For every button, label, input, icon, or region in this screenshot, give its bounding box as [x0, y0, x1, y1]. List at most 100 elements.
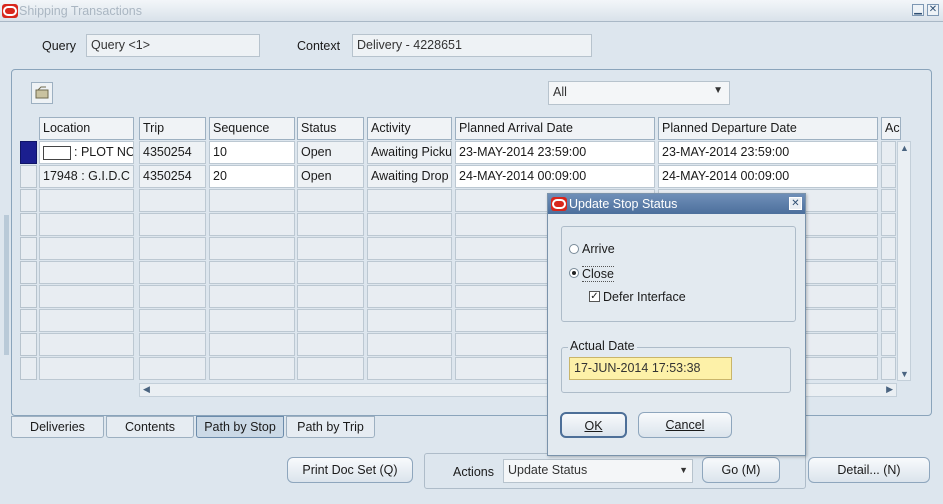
- column-header-sequence[interactable]: Sequence: [209, 117, 295, 140]
- defer-interface-checkbox[interactable]: ✓: [589, 291, 600, 302]
- table-cell-empty[interactable]: [139, 189, 206, 212]
- table-cell-location[interactable]: 17948 : G.I.D.C: [39, 165, 134, 188]
- table-cell-empty[interactable]: [39, 189, 134, 212]
- query-field[interactable]: Query <1>: [86, 34, 260, 57]
- table-cell-empty[interactable]: [881, 237, 896, 260]
- scroll-down-icon[interactable]: ▼: [900, 369, 909, 379]
- table-cell-empty[interactable]: [367, 357, 452, 380]
- column-header-ac[interactable]: Ac: [881, 117, 901, 140]
- row-selector[interactable]: [20, 165, 37, 188]
- close-radio[interactable]: [569, 268, 579, 278]
- table-cell-empty[interactable]: [209, 357, 295, 380]
- actual-date-field[interactable]: 17-JUN-2014 17:53:38: [569, 357, 732, 380]
- tab-contents[interactable]: Contents: [106, 416, 194, 438]
- actions-select[interactable]: Update Status ▼: [503, 459, 693, 483]
- table-cell-empty[interactable]: [39, 333, 134, 356]
- table-cell-location[interactable]: : PLOT NC: [39, 141, 134, 164]
- ok-button[interactable]: OK: [560, 412, 627, 438]
- table-cell-empty[interactable]: [139, 213, 206, 236]
- row-selector[interactable]: [20, 261, 37, 284]
- table-cell-empty[interactable]: [367, 189, 452, 212]
- table-cell-status[interactable]: Open: [297, 165, 364, 188]
- tab-path-by-stop[interactable]: Path by Stop: [196, 416, 284, 438]
- table-cell-empty[interactable]: [881, 309, 896, 332]
- table-cell-departure[interactable]: 23-MAY-2014 23:59:00: [658, 141, 878, 164]
- table-cell-empty[interactable]: [297, 285, 364, 308]
- table-cell-empty[interactable]: [367, 213, 452, 236]
- folder-icon[interactable]: [31, 82, 53, 104]
- minimize-icon[interactable]: ▁: [912, 4, 924, 16]
- row-selector[interactable]: [20, 237, 37, 260]
- table-cell-empty[interactable]: [209, 213, 295, 236]
- table-cell-empty[interactable]: [209, 309, 295, 332]
- table-cell-empty[interactable]: [297, 357, 364, 380]
- table-cell-empty[interactable]: [209, 285, 295, 308]
- column-header-planned-arrival[interactable]: Planned Arrival Date: [455, 117, 655, 140]
- table-cell-empty[interactable]: [139, 261, 206, 284]
- table-cell-sequence[interactable]: 20: [209, 165, 295, 188]
- row-selector[interactable]: [20, 309, 37, 332]
- table-cell-empty[interactable]: [881, 333, 896, 356]
- table-cell-empty[interactable]: [209, 261, 295, 284]
- table-cell-departure[interactable]: 24-MAY-2014 00:09:00: [658, 165, 878, 188]
- arrive-label[interactable]: Arrive: [582, 242, 615, 256]
- row-selector[interactable]: [20, 333, 37, 356]
- table-cell-empty[interactable]: [39, 309, 134, 332]
- table-cell-empty[interactable]: [209, 237, 295, 260]
- table-cell-empty[interactable]: [209, 189, 295, 212]
- table-cell-empty[interactable]: [367, 261, 452, 284]
- table-cell-empty[interactable]: [39, 213, 134, 236]
- close-icon[interactable]: ✕: [927, 4, 939, 16]
- table-cell-arrival[interactable]: 24-MAY-2014 00:09:00: [455, 165, 655, 188]
- table-cell-empty[interactable]: [367, 237, 452, 260]
- context-field[interactable]: Delivery - 4228651: [352, 34, 592, 57]
- table-cell-empty[interactable]: [881, 213, 896, 236]
- column-header-activity[interactable]: Activity: [367, 117, 452, 140]
- table-cell-empty[interactable]: [139, 333, 206, 356]
- table-cell-empty[interactable]: [39, 261, 134, 284]
- tab-deliveries[interactable]: Deliveries: [11, 416, 104, 438]
- table-cell-empty[interactable]: [39, 357, 134, 380]
- table-cell-empty[interactable]: [39, 237, 134, 260]
- print-doc-set-button[interactable]: Print Doc Set (Q): [287, 457, 413, 483]
- column-header-planned-departure[interactable]: Planned Departure Date: [658, 117, 878, 140]
- table-cell-empty[interactable]: [139, 357, 206, 380]
- scroll-up-icon[interactable]: ▲: [900, 143, 909, 153]
- table-cell-empty[interactable]: [367, 333, 452, 356]
- column-header-trip[interactable]: Trip: [139, 117, 206, 140]
- table-cell-empty[interactable]: [881, 285, 896, 308]
- table-cell-empty[interactable]: [297, 189, 364, 212]
- table-cell-empty[interactable]: [139, 285, 206, 308]
- vertical-scrollbar[interactable]: ▲ ▼: [897, 141, 911, 381]
- filter-select[interactable]: All ▼: [548, 81, 730, 105]
- table-cell-empty[interactable]: [367, 309, 452, 332]
- cancel-button[interactable]: Cancel: [638, 412, 732, 438]
- table-cell-empty[interactable]: [297, 309, 364, 332]
- table-cell-empty[interactable]: [297, 213, 364, 236]
- table-cell-ac[interactable]: [881, 165, 896, 188]
- table-cell-empty[interactable]: [881, 357, 896, 380]
- column-header-status[interactable]: Status: [297, 117, 364, 140]
- scroll-right-icon[interactable]: ▶: [886, 384, 893, 395]
- detail-button[interactable]: Detail... (N): [808, 457, 930, 483]
- close-icon[interactable]: ✕: [789, 197, 802, 210]
- table-cell-empty[interactable]: [139, 309, 206, 332]
- go-button[interactable]: Go (M): [702, 457, 780, 483]
- row-selector[interactable]: [20, 285, 37, 308]
- scroll-left-icon[interactable]: ◀: [143, 384, 150, 395]
- close-label[interactable]: Close: [582, 266, 614, 282]
- table-cell-empty[interactable]: [297, 261, 364, 284]
- table-cell-trip[interactable]: 4350254: [139, 141, 206, 164]
- table-cell-sequence[interactable]: 10: [209, 141, 295, 164]
- row-selector[interactable]: [20, 357, 37, 380]
- table-cell-activity[interactable]: Awaiting Picku: [367, 141, 452, 164]
- table-cell-empty[interactable]: [297, 333, 364, 356]
- arrive-radio[interactable]: [569, 244, 579, 254]
- table-cell-empty[interactable]: [139, 237, 206, 260]
- defer-interface-label[interactable]: Defer Interface: [603, 290, 686, 304]
- row-selector[interactable]: [20, 189, 37, 212]
- table-cell-empty[interactable]: [39, 285, 134, 308]
- tab-path-by-trip[interactable]: Path by Trip: [286, 416, 375, 438]
- table-cell-empty[interactable]: [881, 189, 896, 212]
- table-cell-empty[interactable]: [367, 285, 452, 308]
